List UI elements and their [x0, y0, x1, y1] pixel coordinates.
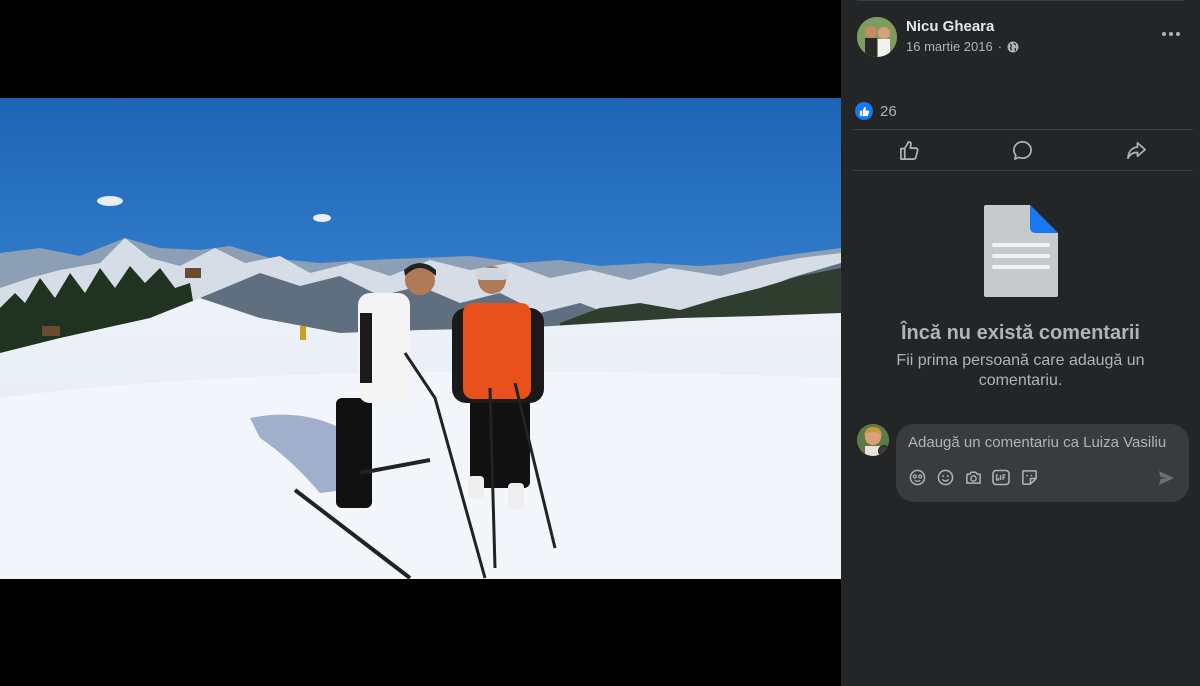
dot-icon — [1169, 32, 1173, 36]
globe-icon — [1007, 41, 1019, 52]
post-date[interactable]: 16 martie 2016 — [906, 39, 993, 54]
post-header: Nicu Gheara 16 martie 2016 · — [857, 16, 1189, 60]
author-avatar[interactable] — [857, 17, 897, 57]
empty-comments-subtitle: Fii prima persoană care adaugă un coment… — [896, 352, 1145, 389]
composer-tools — [908, 468, 1038, 486]
document-icon — [983, 205, 1058, 297]
avatar-sticker-icon[interactable] — [908, 468, 926, 486]
emoji-icon[interactable] — [936, 468, 954, 486]
sticker-icon[interactable] — [1020, 468, 1038, 486]
camera-icon[interactable] — [964, 468, 982, 486]
separator-dot: · — [997, 39, 1003, 54]
post-meta: 16 martie 2016 · — [906, 39, 1019, 54]
empty-comments-title: Încă nu există comentarii — [901, 322, 1140, 344]
actions-bottom-divider — [853, 170, 1193, 171]
post-actions-bar — [853, 130, 1193, 170]
comment-input[interactable]: Adaugă un comentariu ca Luiza Vasiliu — [908, 434, 1166, 451]
more-options-button[interactable] — [1159, 22, 1183, 46]
reactions-summary[interactable]: 26 — [855, 102, 897, 120]
dot-icon — [1162, 32, 1166, 36]
share-button[interactable] — [1080, 130, 1193, 170]
comment-composer[interactable]: Adaugă un comentariu ca Luiza Vasiliu — [896, 424, 1189, 502]
share-arrow-icon — [1126, 141, 1146, 159]
panel-top-divider — [857, 0, 1184, 1]
photo-viewer-app: Nicu Gheara 16 martie 2016 · 26 Încă nu … — [0, 0, 1200, 686]
commenter-avatar[interactable] — [857, 424, 889, 456]
send-icon[interactable] — [1157, 469, 1175, 487]
thumbs-up-icon — [900, 140, 919, 160]
photo-viewer — [0, 0, 841, 686]
comment-bubble-icon — [1013, 140, 1033, 160]
chevron-down-icon[interactable] — [878, 445, 889, 456]
like-icon — [855, 102, 873, 120]
like-button[interactable] — [853, 130, 966, 170]
dot-icon — [1176, 32, 1180, 36]
gif-icon[interactable] — [992, 468, 1010, 486]
post-side-panel: Nicu Gheara 16 martie 2016 · 26 Încă nu … — [841, 0, 1200, 686]
ski-photo-image — [0, 98, 841, 579]
reaction-count: 26 — [880, 102, 897, 120]
empty-comments-state: Încă nu există comentarii Fii prima pers… — [841, 205, 1200, 391]
author-name[interactable]: Nicu Gheara — [906, 18, 994, 35]
post-photo[interactable] — [0, 98, 841, 579]
comment-button[interactable] — [966, 130, 1079, 170]
